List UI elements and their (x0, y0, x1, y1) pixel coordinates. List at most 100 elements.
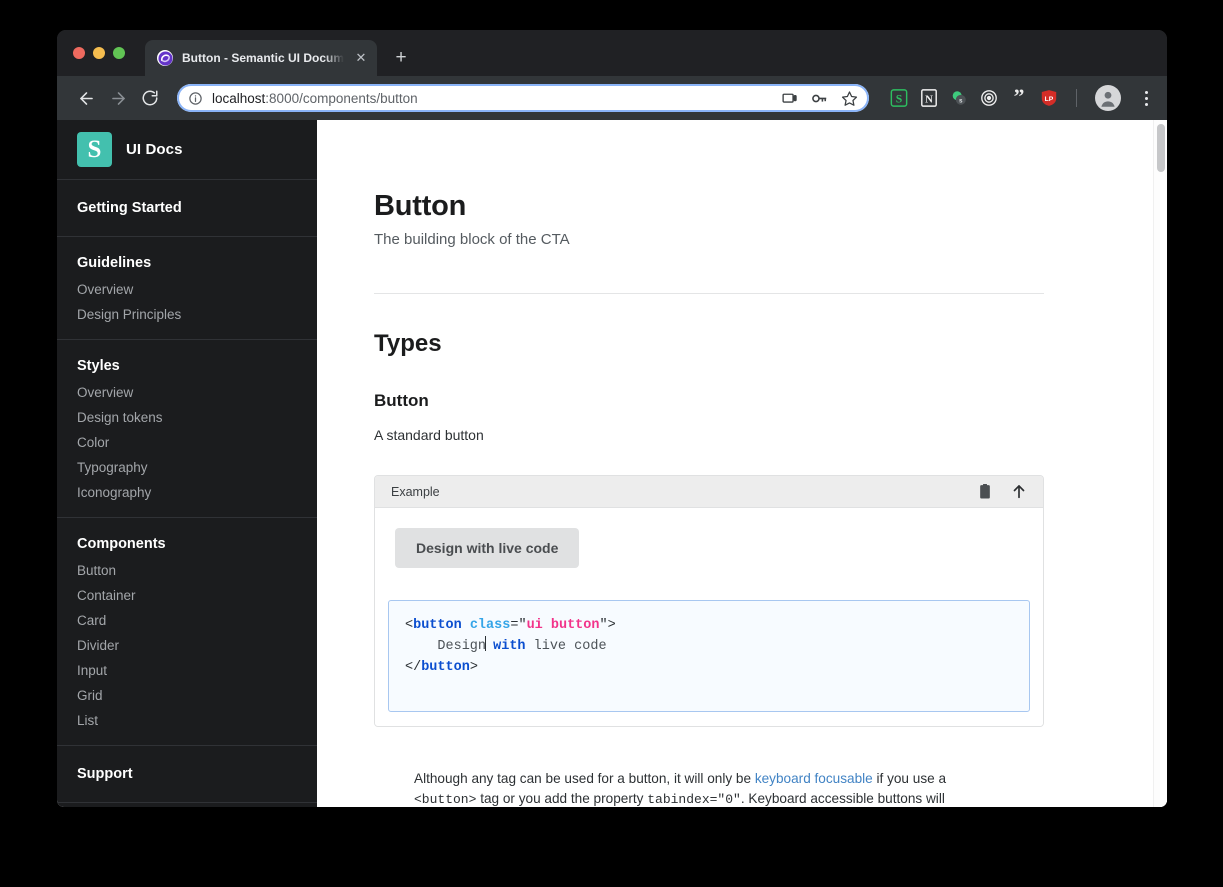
sidebar-item-list[interactable]: List (57, 708, 317, 733)
profile-avatar[interactable] (1095, 85, 1121, 111)
note-part-3: tag or you add the property (476, 791, 647, 806)
window-traffic-lights (69, 30, 133, 76)
code-editor-wrap: <button class="ui button"> Design with l… (375, 590, 1043, 726)
bookmark-star-icon[interactable] (838, 87, 860, 109)
code-close-gt: > (470, 660, 478, 675)
maximize-window-button[interactable] (113, 47, 125, 59)
content-scroll-area: Button The building block of the CTA Typ… (317, 120, 1167, 807)
keyboard-focusable-link[interactable]: keyboard focusable (755, 771, 873, 786)
new-tab-button[interactable]: + (387, 44, 415, 72)
sidebar-item-design-tokens[interactable]: Design tokens (57, 405, 317, 430)
code-close-lt: </ (405, 660, 421, 675)
tab-close-icon[interactable]: ✕ (353, 50, 369, 66)
sidebar-item-typography[interactable]: Typography (57, 455, 317, 480)
code-text-livecode: live code (526, 639, 607, 654)
sidebar-item-container[interactable]: Container (57, 583, 317, 608)
svg-text:N: N (925, 94, 933, 106)
note-part-1: Although any tag can be used for a butto… (414, 771, 755, 786)
code-text-with: with (493, 639, 525, 654)
sidebar-brand-name: UI Docs (126, 141, 183, 158)
code-gt: > (608, 618, 616, 633)
sidebar-heading-getting-started[interactable]: Getting Started (57, 194, 317, 222)
sidebar-item-color[interactable]: Color (57, 430, 317, 455)
quotes-extension-icon[interactable]: ” (1009, 89, 1028, 108)
sidebar-item-button[interactable]: Button (57, 558, 317, 583)
page-info-icon[interactable] (188, 91, 204, 106)
tab-strip: Button - Semantic UI Documen ✕ + (57, 30, 1167, 76)
sidebar-item-card[interactable]: Card (57, 608, 317, 633)
page-viewport: S UI Docs Getting Started Guidelines Ove… (57, 120, 1167, 807)
page-scrollbar[interactable] (1153, 120, 1167, 807)
sidebar-item-input[interactable]: Input (57, 658, 317, 683)
title-divider (374, 293, 1044, 294)
browser-toolbar: localhost:8000/components/button (57, 76, 1167, 120)
code-editor[interactable]: <button class="ui button"> Design with l… (388, 600, 1030, 712)
example-actions (977, 484, 1027, 500)
browser-tab[interactable]: Button - Semantic UI Documen ✕ (145, 40, 377, 76)
example-card: Example (374, 475, 1044, 727)
sidebar-section-components: Components Button Container Card Divider… (57, 518, 317, 746)
notion-extension-icon[interactable]: N (919, 89, 938, 108)
code-text-design: Design (437, 639, 486, 654)
doc-article: Button The building block of the CTA Typ… (374, 190, 1044, 807)
sidebar-item-divider[interactable]: Divider (57, 633, 317, 658)
note-code-tabindex: tabindex="0" (647, 792, 741, 807)
code-quote-open: " (518, 618, 526, 633)
sidebar-item-guidelines-overview[interactable]: Overview (57, 277, 317, 302)
tab-title: Button - Semantic UI Documen (182, 51, 344, 65)
back-button[interactable] (71, 83, 101, 113)
sidebar-item-styles-overview[interactable]: Overview (57, 380, 317, 405)
code-indent (405, 639, 437, 654)
page-subtitle: The building block of the CTA (374, 231, 1044, 248)
url-host: localhost (212, 91, 265, 106)
example-header: Example (375, 476, 1043, 508)
sidebar-item-grid[interactable]: Grid (57, 683, 317, 708)
code-attr-value: ui button (527, 618, 600, 633)
design-with-live-code-button[interactable]: Design with live code (395, 528, 579, 568)
grammarly-extension-icon[interactable]: s (949, 89, 968, 108)
code-space (462, 618, 470, 633)
code-lt: < (405, 618, 413, 633)
address-bar[interactable]: localhost:8000/components/button (177, 84, 869, 112)
sidebar-heading-support[interactable]: Support (57, 760, 317, 788)
url-text[interactable]: localhost:8000/components/button (212, 91, 770, 106)
browser-window: Button - Semantic UI Documen ✕ + (57, 30, 1167, 807)
evernote-extension-icon[interactable]: S (889, 89, 908, 108)
arrow-up-icon[interactable] (1011, 484, 1027, 500)
url-path: :8000/components/button (265, 91, 417, 106)
password-key-icon[interactable] (808, 87, 830, 109)
svg-text:”: ” (1013, 89, 1024, 107)
minimize-window-button[interactable] (93, 47, 105, 59)
sidebar-item-design-principles[interactable]: Design Principles (57, 302, 317, 327)
code-attr-class: class (470, 618, 511, 633)
accessibility-note: Although any tag can be used for a butto… (414, 769, 974, 807)
svg-text:LP: LP (1044, 96, 1053, 103)
example-preview: Design with live code (375, 508, 1043, 590)
sidebar-brand[interactable]: S UI Docs (57, 120, 317, 180)
svg-text:S: S (895, 93, 902, 106)
section-heading-types: Types (374, 330, 1044, 358)
code-tag-open: button (413, 618, 462, 633)
docs-sidebar: S UI Docs Getting Started Guidelines Ove… (57, 120, 317, 807)
example-label: Example (391, 485, 977, 499)
code-quote-close: " (599, 618, 607, 633)
scrollbar-thumb[interactable] (1157, 124, 1165, 172)
sidebar-section-getting-started: Getting Started (57, 180, 317, 237)
sidebar-heading-styles: Styles (57, 352, 317, 380)
sidebar-heading-guidelines: Guidelines (57, 249, 317, 277)
close-window-button[interactable] (73, 47, 85, 59)
page-title: Button (374, 190, 1044, 223)
note-code-button-tag: <button> (414, 792, 476, 807)
reload-button[interactable] (135, 83, 165, 113)
forward-button[interactable] (103, 83, 133, 113)
sidebar-section-guidelines: Guidelines Overview Design Principles (57, 237, 317, 340)
cast-icon[interactable] (778, 87, 800, 109)
sidebar-item-iconography[interactable]: Iconography (57, 480, 317, 505)
chrome-menu-icon[interactable] (1135, 85, 1157, 111)
target-extension-icon[interactable] (979, 89, 998, 108)
ui-docs-logo-icon: S (77, 132, 112, 167)
semantic-ui-logo-icon (157, 50, 173, 66)
sub-heading-button: Button (374, 391, 1044, 411)
clipboard-copy-icon[interactable] (977, 484, 993, 500)
lastpass-extension-icon[interactable]: LP (1039, 89, 1058, 108)
